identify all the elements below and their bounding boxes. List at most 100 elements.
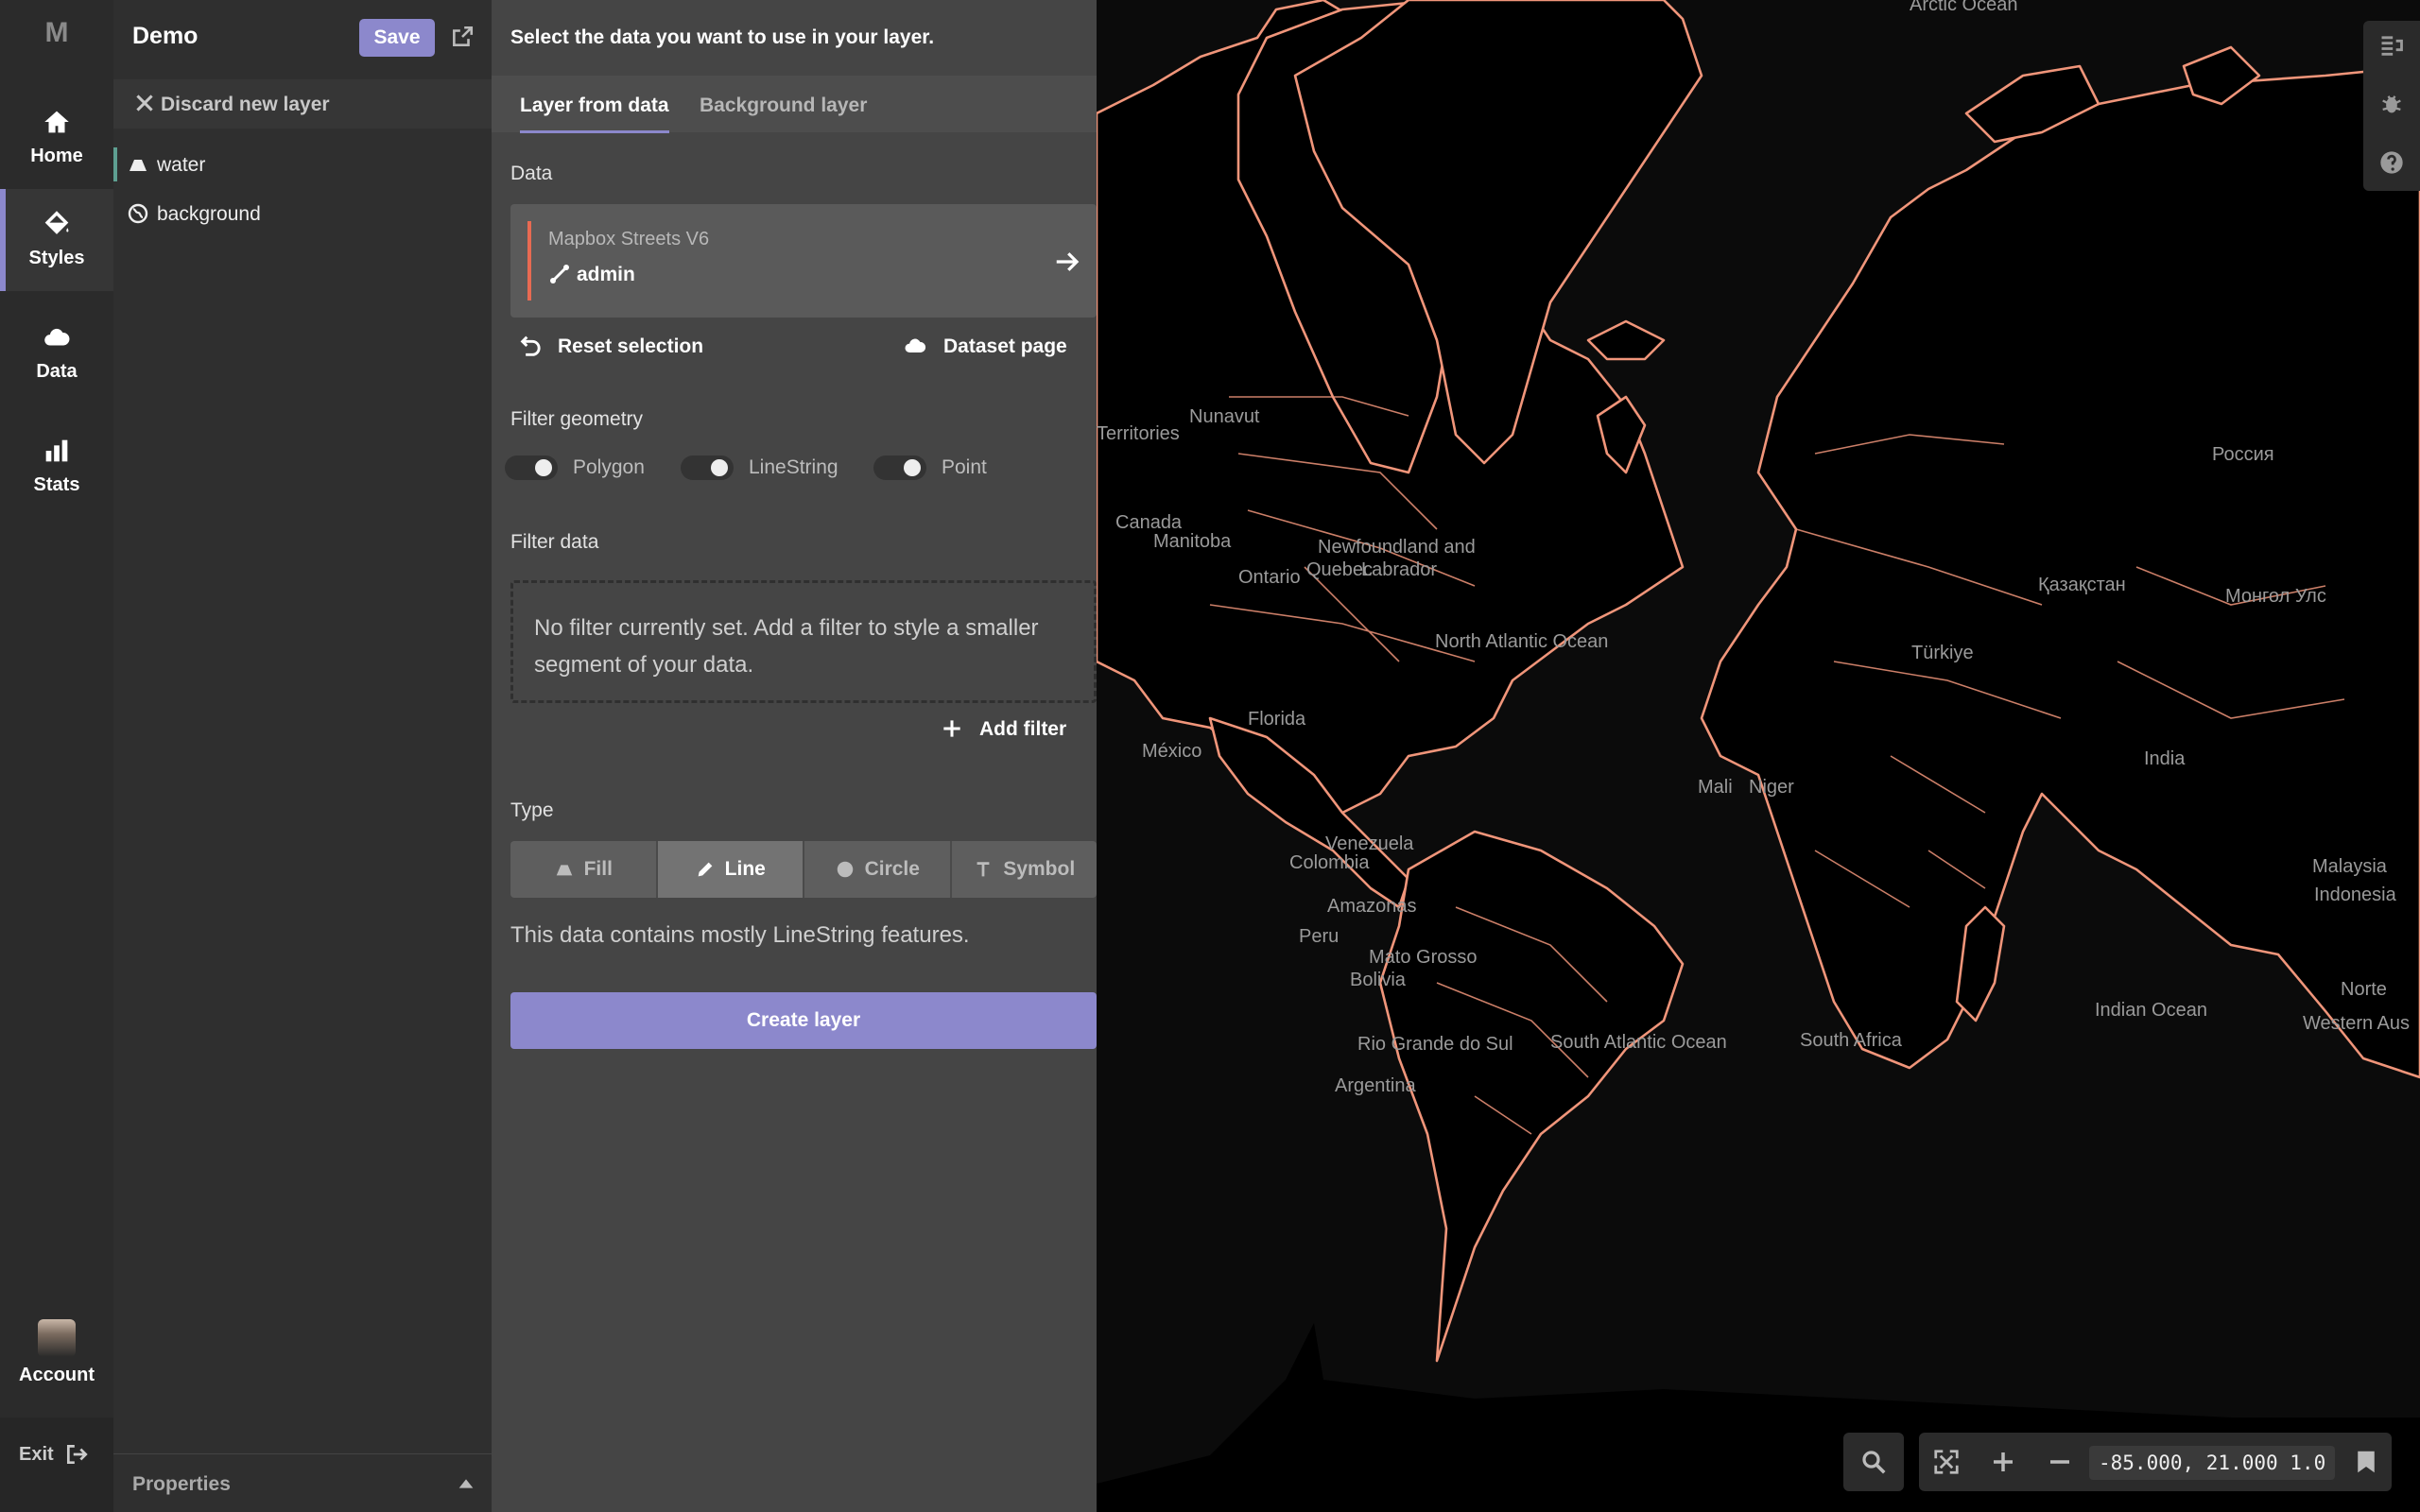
nav-item-label: Styles	[28, 248, 85, 268]
home-icon	[44, 111, 69, 133]
editor-heading: Select the data you want to use in your …	[510, 26, 935, 48]
external-link-icon[interactable]	[450, 25, 475, 49]
map-label: South Atlantic Ocean	[1550, 1032, 1727, 1053]
zoom-out-icon[interactable]	[2046, 1448, 2074, 1476]
layers-toggle-icon[interactable]	[2378, 32, 2405, 59]
tab-background-layer[interactable]: Background layer	[700, 94, 867, 117]
exit-label: Exit	[19, 1444, 54, 1465]
nav-item-data[interactable]: Data	[0, 302, 113, 404]
data-section-label: Data	[510, 163, 553, 184]
account-label: Account	[19, 1365, 95, 1385]
exit-button[interactable]: Exit	[0, 1418, 113, 1512]
discard-label: Discard new layer	[161, 94, 330, 115]
layer-item-background[interactable]: background	[113, 191, 492, 238]
map-label: Mato Grosso	[1369, 947, 1478, 968]
map-label: Россия	[2212, 444, 2274, 465]
map-label: Florida	[1248, 709, 1306, 730]
cloud-icon	[905, 338, 926, 352]
dataset-page-link[interactable]: Dataset page	[902, 333, 1091, 365]
avatar	[38, 1319, 76, 1357]
filter-data-label: Filter data	[510, 531, 599, 553]
app-logo[interactable]: M	[0, 17, 113, 49]
layer-editor: Select the data you want to use in your …	[492, 0, 1097, 1512]
map-label: Ontario	[1238, 567, 1301, 588]
nav-item-home[interactable]: Home	[0, 87, 113, 189]
nav-item-label: Data	[36, 361, 78, 382]
map-label: North Atlantic Ocean	[1435, 631, 1609, 652]
map-label: Manitoba	[1153, 531, 1232, 552]
undo-icon	[520, 335, 541, 356]
map-label: Colombia	[1289, 852, 1370, 873]
map-coordinates-readout[interactable]: -85.000, 21.000 1.0	[2089, 1446, 2335, 1480]
circle-icon	[837, 861, 853, 878]
type-symbol-button[interactable]: Symbol	[952, 841, 1098, 898]
source-layer-name: admin	[577, 264, 635, 285]
account-button[interactable]: Account	[0, 1308, 113, 1386]
map-label: Bolivia	[1350, 970, 1406, 990]
zoom-in-icon[interactable]	[1989, 1448, 2017, 1476]
map-label: Peru	[1299, 926, 1340, 947]
selection-indicator	[527, 221, 531, 301]
save-button[interactable]: Save	[359, 19, 435, 57]
discard-new-layer-button[interactable]: Discard new layer	[113, 79, 492, 129]
map-label: Niger	[1749, 777, 1794, 798]
search-icon[interactable]	[1859, 1448, 1888, 1476]
map-label: México	[1142, 741, 1202, 762]
map-label: Rio Grande do Sul	[1357, 1034, 1513, 1055]
filter-geometry-label: Filter geometry	[510, 408, 644, 430]
type-label: Type	[510, 799, 554, 821]
editor-tabs: Layer from data Background layer	[492, 76, 1097, 133]
filter-placeholder: No filter currently set. Add a filter to…	[510, 580, 1097, 703]
toggle-switch[interactable]	[681, 455, 734, 480]
map-tools-panel	[2363, 21, 2420, 191]
nav-item-label: Stats	[33, 474, 80, 495]
dataset-page-label: Dataset page	[943, 335, 1067, 357]
fit-bounds-icon[interactable]	[1932, 1448, 1961, 1476]
map-label: Western Aus	[2303, 1013, 2411, 1034]
map-label: Newfoundland and	[1318, 537, 1476, 558]
style-title[interactable]: Demo	[132, 23, 198, 50]
text-icon	[977, 862, 990, 877]
toggle-label: Polygon	[573, 456, 645, 478]
fill-icon	[130, 160, 147, 171]
type-circle-button[interactable]: Circle	[804, 841, 952, 898]
exit-icon	[66, 1444, 88, 1465]
nav-item-stats[interactable]: Stats	[0, 416, 113, 518]
world-map	[1097, 0, 2420, 1512]
create-layer-button[interactable]: Create layer	[510, 992, 1097, 1049]
map-label: Norte	[2341, 979, 2387, 1000]
close-icon	[136, 94, 153, 112]
type-label: Circle	[864, 858, 920, 880]
geometry-hint: This data contains mostly LineString fea…	[510, 922, 970, 948]
pencil-icon	[698, 862, 712, 877]
map-label: Indonesia	[2314, 885, 2396, 905]
bug-icon[interactable]	[2378, 91, 2405, 117]
toggle-label: LineString	[749, 456, 838, 478]
bar-chart-icon	[45, 439, 68, 462]
plus-icon	[943, 720, 960, 737]
toggle-switch[interactable]	[505, 455, 558, 480]
type-fill-button[interactable]: Fill	[510, 841, 658, 898]
map-canvas[interactable]: Arctic Ocean Nunavut Territories Canada …	[1097, 0, 2420, 1512]
data-source-selector[interactable]: Mapbox Streets V6 admin	[510, 204, 1097, 318]
map-label: Amazonas	[1327, 896, 1417, 917]
reset-selection-button[interactable]: Reset selection	[518, 333, 726, 365]
map-label: Mali	[1698, 777, 1733, 798]
type-line-button[interactable]: Line	[657, 841, 804, 898]
type-label: Line	[724, 858, 766, 880]
toggle-switch[interactable]	[873, 455, 926, 480]
nav-item-styles[interactable]: Styles	[0, 189, 113, 291]
type-label: Symbol	[1003, 858, 1076, 880]
layer-item-water[interactable]: water	[113, 142, 492, 189]
map-label: Arctic Ocean	[1910, 0, 2018, 15]
fill-icon	[556, 865, 572, 876]
layer-type-selector: Fill Line Circle Symbol	[510, 841, 1097, 898]
help-icon[interactable]	[2378, 149, 2405, 176]
properties-drawer[interactable]: Properties	[113, 1453, 492, 1512]
bookmark-icon[interactable]	[2352, 1448, 2380, 1476]
map-label: South Africa	[1800, 1030, 1902, 1051]
line-icon	[550, 265, 569, 284]
layers-panel: Demo Save Discard new layer water backgr…	[113, 0, 492, 1512]
arrow-right-icon	[1056, 252, 1080, 271]
tab-layer-from-data[interactable]: Layer from data	[520, 94, 669, 133]
